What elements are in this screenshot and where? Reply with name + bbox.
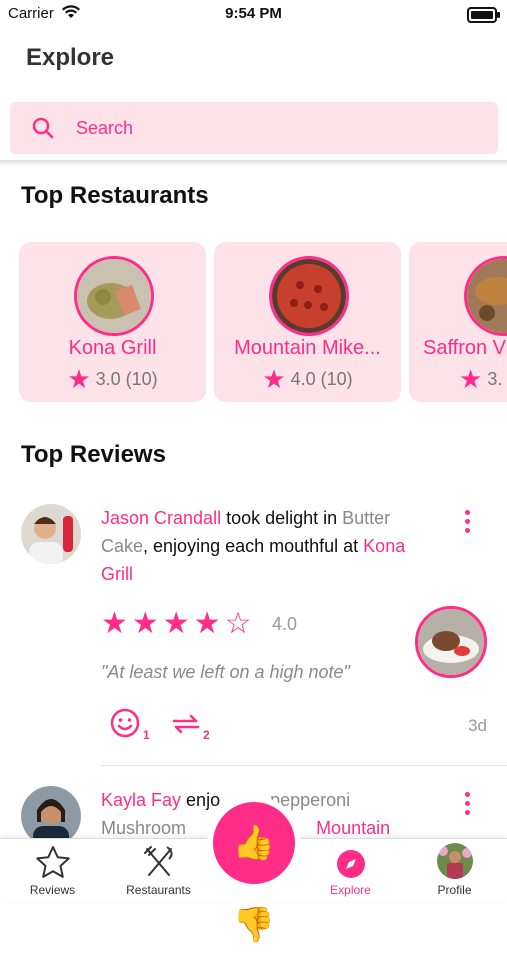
star-outline-icon: [35, 845, 71, 884]
compass-icon: [336, 849, 366, 884]
header-shadow: [0, 160, 507, 166]
avatar-icon: [436, 843, 473, 884]
search-bar[interactable]: Search: [10, 102, 498, 154]
restaurant-photo: [269, 256, 349, 336]
tab-explore[interactable]: Explore: [300, 839, 401, 901]
tab-profile[interactable]: Profile: [404, 839, 505, 901]
section-title-reviews: Top Reviews: [21, 441, 166, 468]
review-text: Jason Crandall took delight in Butter Ca…: [101, 508, 406, 584]
restaurant-card[interactable]: Kona Grill ★ 3.0 (10): [19, 242, 206, 402]
status-bar: Carrier 9:54 PM: [0, 0, 507, 30]
battery-icon: [467, 7, 500, 23]
restaurant-rating: ★ 4.0 (10): [262, 364, 353, 394]
restaurant-name: Mountain Mike...: [234, 337, 381, 359]
review-quote: "At least we left on a high note": [101, 662, 350, 682]
fork-knife-icon: [141, 845, 177, 884]
restaurant-rating: ★ 3.: [459, 364, 503, 394]
restaurant-photo: [464, 256, 507, 336]
restaurant-card[interactable]: Saffron V ★ 3.: [409, 242, 507, 402]
search-icon: [32, 117, 54, 144]
restaurant-name: Saffron V: [423, 337, 507, 359]
rating-score: 4.0: [272, 614, 298, 634]
star-icon: ★: [459, 364, 483, 394]
review-divider: [101, 765, 507, 766]
search-input[interactable]: Search: [76, 118, 133, 139]
clock: 9:54 PM: [225, 5, 282, 22]
repost-icon[interactable]: [170, 712, 202, 741]
like-count: 1: [143, 728, 150, 742]
star-rating: ★★★★☆: [101, 607, 256, 640]
restaurant-carousel[interactable]: Kona Grill ★ 3.0 (10) Mountain Mike... ★…: [0, 242, 507, 404]
restaurant-card[interactable]: Mountain Mike... ★ 4.0 (10): [214, 242, 401, 402]
restaurant-rating: ★ 3.0 (10): [67, 364, 158, 394]
review-user-link[interactable]: Kayla Fay: [101, 790, 181, 810]
star-icon: ★: [262, 364, 286, 394]
restaurant-photo: [74, 256, 154, 336]
section-title-restaurants: Top Restaurants: [21, 182, 209, 209]
avatar[interactable]: [21, 504, 81, 564]
page-title: Explore: [26, 44, 115, 71]
more-options-icon[interactable]: [465, 788, 475, 819]
restaurant-name: Kona Grill: [68, 337, 157, 359]
review-user-link[interactable]: Jason Crandall: [101, 508, 221, 528]
review-age: 3d: [468, 716, 487, 735]
dish-photo[interactable]: [415, 606, 487, 678]
thumbs-icon: 👍👎: [213, 802, 295, 944]
tab-restaurants[interactable]: Restaurants: [108, 839, 209, 901]
more-options-icon[interactable]: [465, 506, 475, 537]
star-icon: ★: [67, 364, 91, 394]
avatar[interactable]: [21, 786, 81, 846]
like-icon[interactable]: [110, 708, 140, 743]
review-restaurant-link[interactable]: Mountain: [316, 818, 390, 838]
center-action-button[interactable]: 👍👎: [207, 796, 301, 944]
repost-count: 2: [203, 728, 210, 742]
tab-reviews[interactable]: Reviews: [2, 839, 103, 901]
